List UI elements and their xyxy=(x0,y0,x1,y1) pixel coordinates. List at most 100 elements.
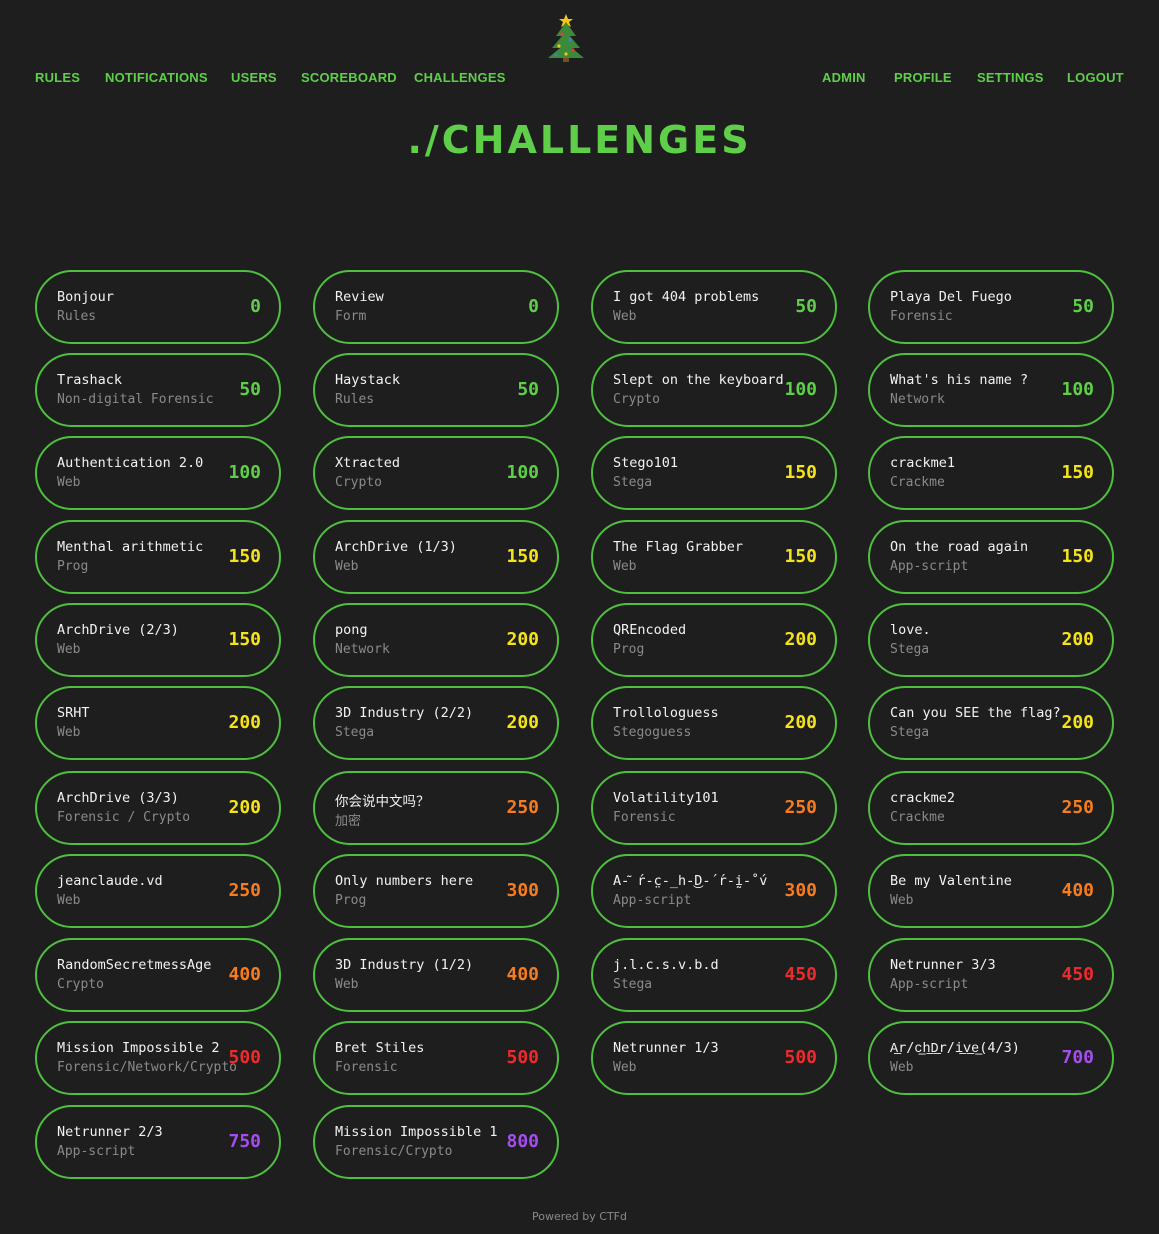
nav-challenges[interactable]: CHALLENGES xyxy=(414,70,506,85)
challenge-card[interactable]: jeanclaude.vd Web 250 xyxy=(35,854,281,928)
nav-settings[interactable]: SETTINGS xyxy=(977,70,1044,85)
challenge-card[interactable]: crackme2 Crackme 250 xyxy=(868,771,1114,845)
challenge-card[interactable]: Authentication 2.0 Web 100 xyxy=(35,436,281,510)
challenge-card[interactable]: Review Form 0 xyxy=(313,270,559,344)
challenge-category: Crypto xyxy=(613,392,660,407)
challenge-category: Network xyxy=(890,392,945,407)
challenge-card[interactable]: Bret Stiles Forensic 500 xyxy=(313,1021,559,1095)
challenge-card[interactable]: The Flag Grabber Web 150 xyxy=(591,520,837,594)
challenge-card[interactable]: Stego101 Stega 150 xyxy=(591,436,837,510)
challenge-points: 200 xyxy=(506,712,539,733)
challenge-name: Can you SEE the flag? xyxy=(890,705,1061,721)
challenge-category: Forensic/Crypto xyxy=(335,1144,453,1159)
challenge-points: 500 xyxy=(784,1047,817,1068)
challenge-card[interactable]: A͟r/c͟h͟D͟r/i͟v͟e͟(4/3) Web 700 xyxy=(868,1021,1114,1095)
challenge-card[interactable]: j.l.c.s.v.b.d Stega 450 xyxy=(591,938,837,1012)
challenge-points: 250 xyxy=(1061,797,1094,818)
challenge-card[interactable]: I got 404 problems Web 50 xyxy=(591,270,837,344)
nav-logout[interactable]: LOGOUT xyxy=(1067,70,1124,85)
challenge-name: Bret Stiles xyxy=(335,1040,425,1056)
challenge-name: ArchDrive (3/3) xyxy=(57,790,179,806)
challenge-points: 300 xyxy=(506,880,539,901)
challenge-card[interactable]: ArchDrive (3/3) Forensic / Crypto 200 xyxy=(35,771,281,845)
challenge-name: Trollologuess xyxy=(613,705,719,721)
footer-powered-by[interactable]: Powered by CTFd xyxy=(0,1210,1159,1223)
nav-users[interactable]: USERS xyxy=(231,70,277,85)
challenge-card[interactable]: Be my Valentine Web 400 xyxy=(868,854,1114,928)
challenge-name: Bonjour xyxy=(57,289,114,305)
challenge-card[interactable]: ArchDrive (1/3) Web 150 xyxy=(313,520,559,594)
challenge-name: The Flag Grabber xyxy=(613,539,744,555)
challenge-category: Crackme xyxy=(890,475,945,490)
nav-notifications[interactable]: NOTIFICATIONS xyxy=(105,70,208,85)
page-title: ./CHALLENGES xyxy=(407,118,752,162)
challenge-category: Forensic xyxy=(613,810,676,825)
challenge-points: 100 xyxy=(506,462,539,483)
nav-profile[interactable]: PROFILE xyxy=(894,70,952,85)
challenge-card[interactable]: Can you SEE the flag? Stega 200 xyxy=(868,686,1114,760)
challenge-card[interactable]: Haystack Rules 50 xyxy=(313,353,559,427)
challenge-card[interactable]: Netrunner 3/3 App-script 450 xyxy=(868,938,1114,1012)
nav-scoreboard[interactable]: SCOREBOARD xyxy=(301,70,397,85)
challenge-category: Crackme xyxy=(890,810,945,825)
challenge-points: 50 xyxy=(239,379,261,400)
challenge-category: Crypto xyxy=(335,475,382,490)
challenge-card[interactable]: crackme1 Crackme 150 xyxy=(868,436,1114,510)
nav-rules[interactable]: RULES xyxy=(35,70,80,85)
challenge-card[interactable]: Xtracted Crypto 100 xyxy=(313,436,559,510)
nav-admin[interactable]: ADMIN xyxy=(822,70,866,85)
challenge-category: App-script xyxy=(57,1144,136,1159)
christmas-tree-icon[interactable] xyxy=(546,10,586,62)
challenge-card[interactable]: Bonjour Rules 0 xyxy=(35,270,281,344)
challenge-category: 加密 xyxy=(335,814,362,829)
challenge-card[interactable]: ArchDrive (2/3) Web 150 xyxy=(35,603,281,677)
challenge-card[interactable]: love. Stega 200 xyxy=(868,603,1114,677)
challenge-points: 0 xyxy=(528,296,539,317)
challenge-category: Stega xyxy=(613,475,653,490)
challenge-category: Rules xyxy=(57,309,97,324)
challenge-card[interactable]: Slept on the keyboard Crypto 100 xyxy=(591,353,837,427)
challenge-category: Web xyxy=(613,559,637,574)
challenge-category: Web xyxy=(890,1060,914,1075)
challenge-name: Slept on the keyboard xyxy=(613,372,784,388)
challenge-points: 200 xyxy=(1061,712,1094,733)
challenge-card[interactable]: Netrunner 2/3 App-script 750 xyxy=(35,1105,281,1179)
challenge-points: 300 xyxy=(784,880,817,901)
challenge-card[interactable]: Trollologuess Stegoguess 200 xyxy=(591,686,837,760)
challenge-name: I got 404 problems xyxy=(613,289,760,305)
challenge-category: Web xyxy=(57,642,81,657)
challenge-points: 200 xyxy=(784,629,817,650)
challenge-category: App-script xyxy=(890,977,969,992)
challenge-card[interactable]: Menthal arithmetic Prog 150 xyxy=(35,520,281,594)
challenge-card[interactable]: What's his name ? Network 100 xyxy=(868,353,1114,427)
challenge-card[interactable]: Only numbers here Prog 300 xyxy=(313,854,559,928)
challenge-card[interactable]: Volatility101 Forensic 250 xyxy=(591,771,837,845)
challenge-points: 150 xyxy=(228,629,261,650)
challenge-card[interactable]: Netrunner 1/3 Web 500 xyxy=(591,1021,837,1095)
challenge-name: RandomSecretmessAge xyxy=(57,957,212,973)
challenge-card[interactable]: Mission Impossible 1 Forensic/Crypto 800 xyxy=(313,1105,559,1179)
challenge-card[interactable]: On the road again App-script 150 xyxy=(868,520,1114,594)
challenge-category: Rules xyxy=(335,392,375,407)
challenge-card[interactable]: SRHT Web 200 xyxy=(35,686,281,760)
challenge-card[interactable]: A-͂ ́r-̤c-̲h-͜D-́ ́r-̰i-̊ ́v App-script 30… xyxy=(591,854,837,928)
challenge-name: Netrunner 2/3 xyxy=(57,1124,163,1140)
challenge-card[interactable]: Playa Del Fuego Forensic 50 xyxy=(868,270,1114,344)
challenge-card[interactable]: 3D Industry (2/2) Stega 200 xyxy=(313,686,559,760)
challenge-points: 50 xyxy=(517,379,539,400)
challenge-points: 150 xyxy=(228,546,261,567)
challenge-card[interactable]: 3D Industry (1/2) Web 400 xyxy=(313,938,559,1012)
challenge-card[interactable]: 你会说中文吗？ 加密 250 xyxy=(313,771,559,845)
challenge-name: Playa Del Fuego xyxy=(890,289,1012,305)
challenge-card[interactable]: QREncoded Prog 200 xyxy=(591,603,837,677)
challenge-card[interactable]: Mission Impossible 2 Forensic/Network/Cry… xyxy=(35,1021,281,1095)
challenge-name: ArchDrive (2/3) xyxy=(57,622,179,638)
challenge-name: Menthal arithmetic xyxy=(57,539,204,555)
challenge-category: Stega xyxy=(890,642,930,657)
challenge-card[interactable]: RandomSecretmessAge Crypto 400 xyxy=(35,938,281,1012)
challenge-name: A͟r/c͟h͟D͟r/i͟v͟e͟(4/3) xyxy=(890,1040,1020,1056)
challenge-card[interactable]: pong Network 200 xyxy=(313,603,559,677)
challenge-category: Web xyxy=(57,893,81,908)
challenge-card[interactable]: Trashack Non-digital Forensic 50 xyxy=(35,353,281,427)
challenge-points: 450 xyxy=(784,964,817,985)
